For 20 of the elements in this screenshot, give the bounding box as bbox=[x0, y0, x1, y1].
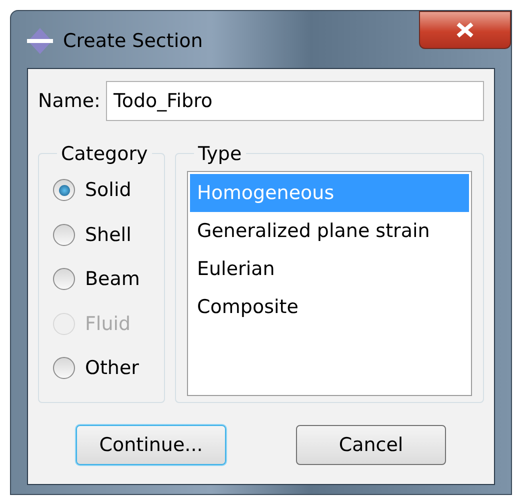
dialog-button[interactable]: Continue... bbox=[76, 425, 226, 465]
close-button[interactable] bbox=[419, 11, 511, 49]
radio-label: Other bbox=[85, 356, 139, 381]
radio-label: Shell bbox=[85, 222, 132, 248]
window-title: Create Section bbox=[63, 29, 203, 54]
list-item[interactable]: Generalized plane strain bbox=[190, 212, 469, 250]
app-icon bbox=[25, 27, 55, 56]
name-field[interactable]: Todo_Fibro bbox=[106, 81, 484, 121]
radio-label: Beam bbox=[85, 267, 140, 292]
list-item[interactable]: Composite bbox=[190, 288, 469, 326]
radio-button[interactable] bbox=[53, 268, 75, 290]
radio-label: Solid bbox=[85, 178, 132, 203]
radio-button[interactable] bbox=[53, 357, 75, 380]
name-label: Name: bbox=[38, 88, 100, 114]
radio-button[interactable] bbox=[53, 224, 75, 246]
close-icon bbox=[455, 22, 475, 38]
dialog-button[interactable]: Cancel bbox=[296, 425, 446, 465]
radio-label: Fluid bbox=[85, 312, 131, 336]
radio-button[interactable] bbox=[53, 179, 75, 202]
list-item[interactable]: Eulerian bbox=[190, 250, 469, 288]
